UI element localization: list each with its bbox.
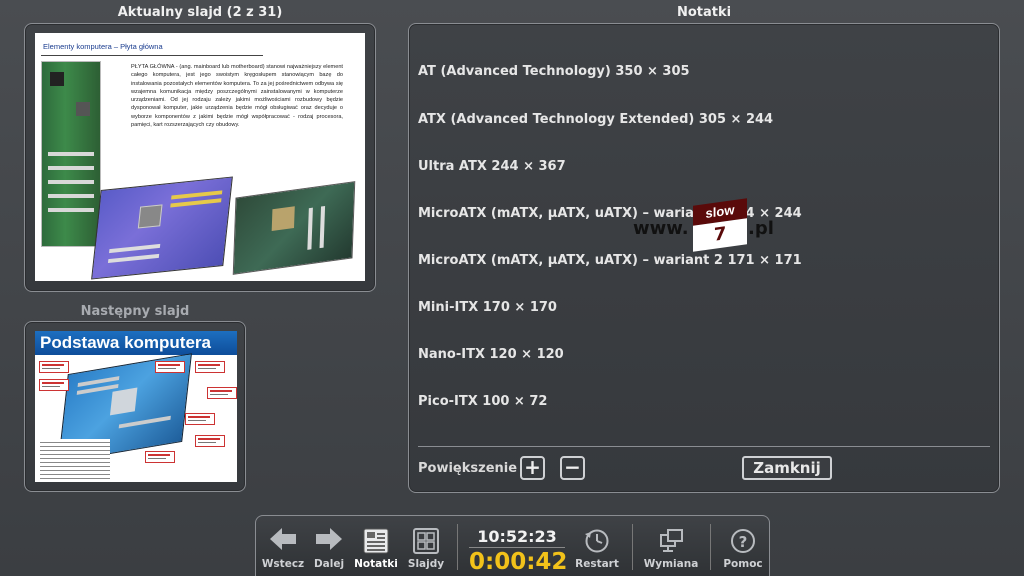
notes-line: Mini-ITX 170 × 170 <box>418 299 557 315</box>
next-slide-title: Podstawa komputera <box>35 331 237 355</box>
zoom-out-button[interactable]: − <box>560 456 585 480</box>
arrow-right-icon <box>316 528 342 550</box>
notes-line: Nano-ITX 120 × 120 <box>418 347 564 363</box>
notes-line: MicroATX (mATX, μATX, uATX) – wariant 2 … <box>418 252 802 268</box>
callout-box <box>195 361 225 373</box>
notes-line: ATX (Advanced Technology Extended) 305 ×… <box>418 111 774 127</box>
callout-box <box>185 413 215 425</box>
swap-displays-button[interactable]: Wymiana <box>644 516 698 576</box>
slide-title: Elementy komputera – Płyta główna <box>43 42 163 51</box>
help-label: Pomoc <box>723 558 763 570</box>
notes-divider <box>418 446 990 447</box>
slide-divider <box>41 55 263 56</box>
notes-icon <box>363 528 389 554</box>
notes-line: Pico-ITX 100 × 72 <box>418 394 548 410</box>
notes-panel: AT (Advanced Technology) 350 × 305 ATX (… <box>408 23 1000 493</box>
motherboard-photo-vertical <box>41 61 101 247</box>
elapsed-timer[interactable]: 0:00:42 <box>469 547 567 575</box>
callout-box <box>39 361 69 373</box>
zoom-label: Powiększenie <box>418 461 518 476</box>
slide-body-text: PŁYTA GŁÓWNA - (ang. mainboard lub mothe… <box>131 64 343 129</box>
arrow-left-icon <box>270 528 296 550</box>
logo-box: slow 7 <box>693 198 747 252</box>
svg-text:?: ? <box>739 533 748 551</box>
toolbar-separator <box>710 524 711 570</box>
help-button[interactable]: ? Pomoc <box>720 516 766 576</box>
logo-suffix: .pl <box>748 218 774 239</box>
slides-label: Slajdy <box>407 558 445 570</box>
slides-button[interactable]: Slajdy <box>403 516 449 576</box>
callout-box <box>207 387 237 399</box>
help-icon: ? <box>731 529 755 553</box>
toolbar-separator <box>457 524 458 570</box>
motherboard-photo-purple <box>91 176 233 280</box>
notes-line: Ultra ATX 244 × 367 <box>418 158 566 174</box>
callout-box <box>195 435 225 447</box>
callout-box <box>39 379 69 391</box>
next-slide-preview[interactable]: Podstawa komputera <box>35 331 237 482</box>
next-slide-caption <box>40 439 110 479</box>
swap-label: Wymiana <box>643 558 699 570</box>
presenter-toolbar: Wstecz Dalej Notatki Slajdy 10:52:23 0:0… <box>255 515 770 576</box>
callout-box <box>145 451 175 463</box>
logo-prefix: www. <box>633 218 689 239</box>
motherboard-photo-green <box>232 181 356 275</box>
zoom-in-button[interactable]: + <box>520 456 545 480</box>
callout-box <box>155 361 185 373</box>
current-slide-heading: Aktualny slajd (2 z 31) <box>117 5 283 20</box>
restart-label: Restart <box>575 558 619 570</box>
clock-restart-icon <box>585 529 609 553</box>
restart-button[interactable]: Restart <box>574 516 620 576</box>
close-notes-button[interactable]: Zamknij <box>742 456 832 480</box>
notes-button[interactable]: Notatki <box>353 516 399 576</box>
slides-grid-icon <box>413 528 439 554</box>
next-slide-panel: Podstawa komputera <box>24 321 246 492</box>
current-time: 10:52:23 <box>477 527 557 546</box>
notes-line: AT (Advanced Technology) 350 × 305 <box>418 64 690 80</box>
current-slide-preview[interactable]: Elementy komputera – Płyta główna PŁYTA … <box>35 33 365 281</box>
notes-heading: Notatki <box>676 5 732 20</box>
current-slide-panel: Elementy komputera – Płyta główna PŁYTA … <box>24 23 376 292</box>
swap-monitors-icon <box>660 529 683 552</box>
forward-button[interactable]: Dalej <box>306 516 352 576</box>
slow7-logo: www. slow 7 .pl <box>633 198 783 252</box>
next-slide-heading: Następny slajd <box>80 304 190 319</box>
toolbar-separator <box>632 524 633 570</box>
